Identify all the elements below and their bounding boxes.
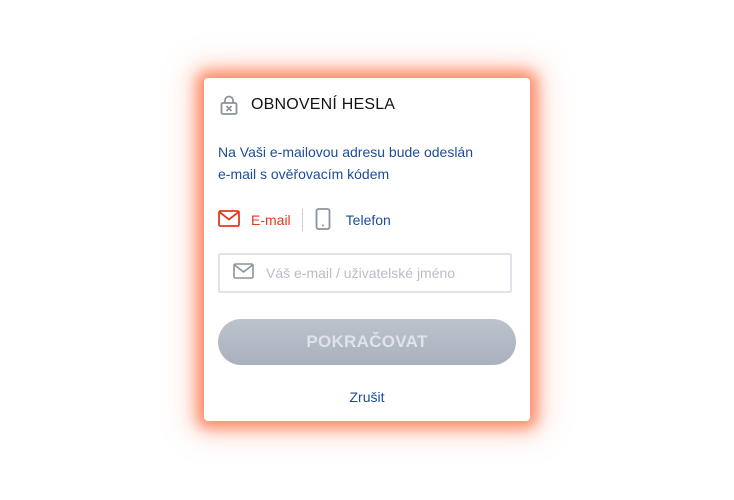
dialog-title: OBNOVENÍ HESLA bbox=[251, 96, 396, 113]
description-line-2: e-mail s ověřovacím kódem bbox=[218, 166, 390, 182]
method-tabs: E-mail Telefon bbox=[218, 207, 391, 233]
tab-phone[interactable]: Telefon bbox=[315, 207, 391, 233]
dialog-description: Na Vaši e-mailovou adresu bude odeslán e… bbox=[218, 141, 518, 185]
page-background: OBNOVENÍ HESLA Na Vaši e-mailovou adresu… bbox=[0, 0, 734, 500]
password-reset-dialog: OBNOVENÍ HESLA Na Vaši e-mailovou adresu… bbox=[204, 78, 530, 421]
envelope-icon bbox=[233, 262, 254, 284]
tab-email-label: E-mail bbox=[251, 212, 291, 228]
envelope-icon bbox=[218, 210, 240, 230]
dialog-header: OBNOVENÍ HESLA bbox=[220, 95, 395, 115]
description-line-1: Na Vaši e-mailovou adresu bude odeslán bbox=[218, 144, 474, 160]
phone-icon bbox=[315, 207, 331, 233]
lock-icon bbox=[220, 95, 238, 115]
cancel-link[interactable]: Zrušit bbox=[204, 389, 530, 405]
tab-divider bbox=[301, 209, 303, 231]
tab-phone-label: Telefon bbox=[345, 212, 391, 228]
cancel-link-label: Zrušit bbox=[349, 389, 385, 405]
continue-button[interactable]: POKRAČOVAT bbox=[218, 319, 516, 365]
email-input[interactable] bbox=[264, 264, 508, 282]
email-field bbox=[218, 253, 512, 293]
tab-email[interactable]: E-mail bbox=[218, 210, 291, 230]
